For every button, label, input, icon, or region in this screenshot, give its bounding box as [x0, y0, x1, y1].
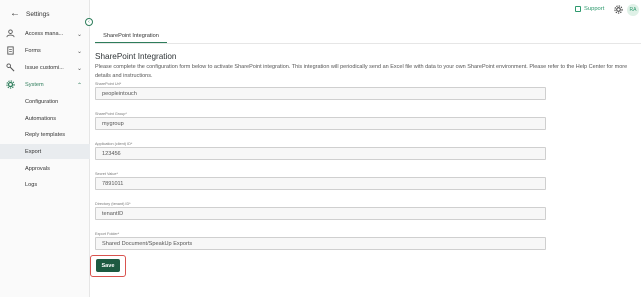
sidebar-subitem-label: Logs	[25, 181, 38, 188]
tab-divider	[95, 43, 641, 44]
chevron-down-icon: ⌄	[77, 48, 83, 55]
sidebar-item-forms[interactable]: Forms ⌄	[0, 44, 90, 58]
sharepoint-group-label: SharePoint Group*	[95, 112, 127, 116]
sidebar-item-system[interactable]: System ⌃	[0, 78, 90, 92]
settings-header: ← Settings	[10, 8, 50, 20]
sidebar-subitem-reply-templates[interactable]: Reply templates	[0, 127, 90, 142]
back-arrow-icon[interactable]: ←	[10, 9, 20, 19]
sidebar: ← Settings Access mana... ⌄ Forms ⌄ Issu…	[0, 0, 90, 297]
gear-icon	[614, 5, 623, 14]
wrench-icon	[6, 63, 15, 72]
sidebar-subitem-configuration[interactable]: Configuration	[0, 94, 90, 109]
sidebar-item-label: Access mana...	[25, 31, 64, 37]
avatar[interactable]: RA	[627, 4, 639, 16]
sidebar-subitem-label: Reply templates	[25, 131, 66, 138]
sidebar-subitem-logs[interactable]: Logs	[0, 177, 90, 192]
support-icon	[575, 6, 581, 12]
gear-icon	[6, 80, 15, 89]
directory-tenant-id-label: Directory (tenant) ID*	[95, 202, 131, 206]
settings-gear-button[interactable]	[614, 5, 623, 16]
chevron-down-icon: ⌄	[77, 65, 83, 72]
sidebar-subitem-label: Approvals	[25, 165, 50, 172]
page-description: Please complete the configuration form b…	[95, 64, 628, 79]
application-id-input[interactable]	[95, 147, 546, 160]
sidebar-item-label: System	[25, 82, 44, 88]
export-folder-input[interactable]	[95, 237, 546, 250]
secret-value-input[interactable]	[95, 177, 546, 190]
save-button[interactable]: Save	[96, 259, 120, 272]
sidebar-subitem-export[interactable]: Export	[0, 144, 90, 159]
sharepoint-group-input[interactable]	[95, 117, 546, 130]
sidebar-item-label: Forms	[25, 48, 41, 54]
chevron-up-icon: ⌃	[77, 82, 83, 89]
sidebar-item-issue-customization[interactable]: Issue customi... ⌄	[0, 61, 90, 75]
sharepoint-url-label: SharePoint Url*	[95, 82, 122, 86]
users-icon	[6, 29, 15, 38]
chevron-down-icon: ⌄	[77, 31, 83, 38]
sidebar-item-label: Issue customi...	[25, 65, 64, 71]
sidebar-subitem-label: Configuration	[25, 98, 59, 105]
page-title: SharePoint Integration	[95, 52, 177, 61]
sidebar-item-access-management[interactable]: Access mana... ⌄	[0, 27, 90, 41]
export-folder-label: Export Folder*	[95, 232, 120, 236]
sidebar-subitem-automations[interactable]: Automations	[0, 111, 90, 126]
sidebar-subitem-label: Automations	[25, 115, 57, 122]
directory-tenant-id-input[interactable]	[95, 207, 546, 220]
sharepoint-url-input[interactable]	[95, 87, 546, 100]
support-link[interactable]: Support	[575, 6, 604, 12]
sidebar-subitem-approvals[interactable]: Approvals	[0, 161, 90, 176]
tab-sharepoint-integration[interactable]: SharePoint Integration	[95, 29, 167, 43]
secret-value-label: Secret Value*	[95, 172, 118, 176]
forms-icon	[6, 46, 15, 55]
application-id-label: Application (client) ID*	[95, 142, 133, 146]
support-label: Support	[584, 6, 605, 12]
top-bar	[90, 0, 644, 24]
sidebar-subitem-label: Export	[25, 148, 42, 155]
settings-title: Settings	[26, 10, 50, 18]
